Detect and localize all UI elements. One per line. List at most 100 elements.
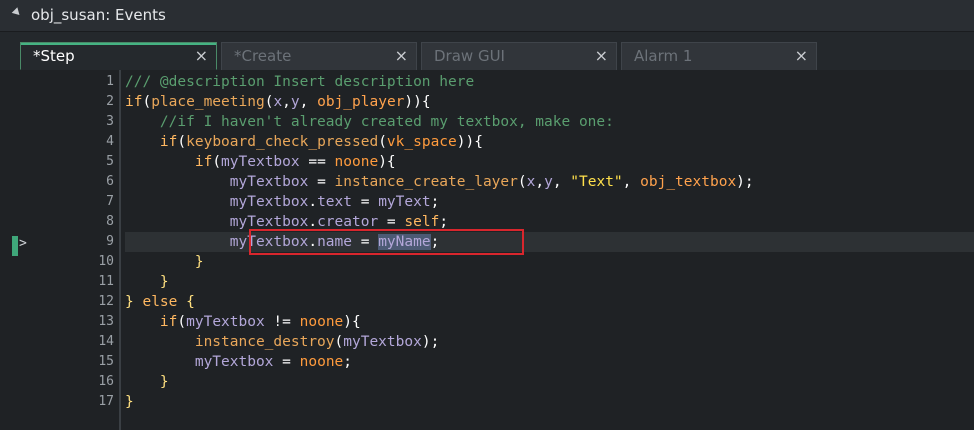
code-token: ,: [299, 94, 318, 110]
tab-alarm-1[interactable]: Alarm 1 ×: [621, 42, 817, 70]
tab-step[interactable]: *Step ×: [20, 42, 217, 70]
code-line[interactable]: if(myTextbox != noone){: [125, 312, 361, 332]
code-editor[interactable]: > 1 2 3 4 5 6 7 8 9 10 11 12 13 14 15 16 17 /// @descrip…: [0, 70, 974, 430]
code-line[interactable]: }: [125, 252, 204, 272]
code-token: }: [159, 274, 169, 290]
event-tabs: *Step × *Create × Draw GUI × Alarm 1 ×: [0, 32, 974, 70]
line-number: 9: [106, 234, 114, 249]
code-token: (: [142, 94, 152, 110]
code-token: ,: [535, 174, 545, 190]
code-token: ;: [439, 214, 449, 230]
code-line[interactable]: //if I haven't already created my textbo…: [125, 112, 614, 132]
code-token: //if I haven't already created my textbo…: [125, 114, 614, 130]
line-number: 17: [98, 394, 114, 409]
line-number: 3: [106, 114, 114, 129]
code-token: =: [378, 214, 405, 230]
current-line-arrow-icon: >: [19, 236, 27, 251]
code-line[interactable]: }: [125, 392, 134, 412]
code-line[interactable]: myTextbox.text = myText;: [125, 192, 440, 212]
code-token: ;: [343, 354, 353, 370]
code-line[interactable]: } else {: [125, 292, 195, 312]
code-token: text: [317, 194, 352, 210]
code-token: myTextbox: [186, 314, 265, 330]
code-token: .: [308, 194, 318, 210]
tab-draw-gui[interactable]: Draw GUI ×: [421, 42, 617, 70]
code-line[interactable]: myTextbox = noone;: [125, 352, 352, 372]
code-token: );: [736, 174, 754, 190]
code-token: y: [544, 174, 553, 190]
code-line[interactable]: if(keyboard_check_pressed(vk_space)){: [125, 132, 483, 152]
tab-create[interactable]: *Create ×: [221, 42, 417, 70]
code-token: =: [273, 354, 300, 370]
code-token: myTextbox: [229, 194, 309, 210]
code-token: ,: [622, 174, 641, 190]
code-token: ;: [430, 194, 440, 210]
code-token: }: [194, 254, 204, 270]
gutter-divider: [119, 70, 121, 430]
code-token: instance_create_layer: [334, 174, 518, 190]
code-token: keyboard_check_pressed: [186, 134, 379, 150]
line-number: 16: [98, 374, 114, 389]
code-token: myTextbox: [229, 214, 309, 230]
window-title: obj_susan: Events: [31, 6, 166, 24]
code-token: y: [290, 94, 300, 110]
code-token: if: [159, 314, 178, 330]
code-token: }: [159, 374, 169, 390]
code-line[interactable]: instance_destroy(myTextbox);: [125, 332, 439, 352]
code-token: =: [352, 194, 379, 210]
line-number-gutter: > 1 2 3 4 5 6 7 8 9 10 11 12 13 14 15 16 17: [0, 70, 121, 430]
current-line-marker: [12, 236, 18, 256]
code-line[interactable]: myTextbox = instance_create_layer(x,y, "…: [125, 172, 754, 192]
code-token: (: [517, 174, 527, 190]
code-token: ,: [282, 94, 291, 110]
code-token: )){: [456, 134, 483, 150]
code-token: noone: [299, 314, 344, 330]
code-token: myTextbox: [229, 174, 309, 190]
code-token: }: [125, 394, 134, 410]
close-icon[interactable]: ×: [395, 47, 408, 65]
code-token: vk_space: [386, 134, 457, 150]
code-token: ){: [343, 314, 361, 330]
line-number: 12: [98, 294, 114, 309]
code-line[interactable]: }: [125, 372, 169, 392]
code-token: else: [142, 294, 178, 310]
tab-label: Draw GUI: [434, 47, 505, 65]
code-token: if: [159, 134, 178, 150]
close-icon[interactable]: ×: [795, 47, 808, 65]
code-token: noone: [299, 354, 344, 370]
code-token: (: [334, 334, 344, 350]
close-icon[interactable]: ×: [195, 47, 208, 65]
code-token: self: [404, 214, 440, 230]
close-icon[interactable]: ×: [595, 47, 608, 65]
line-number: 1: [106, 74, 114, 89]
line-number: 8: [106, 214, 114, 229]
code-token: ,: [552, 174, 571, 190]
line-number: 13: [98, 314, 114, 329]
code-line[interactable]: if(myTextbox == noone){: [125, 152, 396, 172]
collapse-arrow-icon[interactable]: [11, 7, 23, 18]
line-number: 2: [106, 94, 114, 109]
code-line[interactable]: }: [125, 272, 169, 292]
code-line[interactable]: /// @description Insert description here: [125, 72, 474, 92]
code-token: myTextbox: [343, 334, 422, 350]
window-titlebar: obj_susan: Events: [0, 0, 974, 32]
code-token: noone: [334, 154, 379, 170]
code-token: !=: [264, 314, 300, 330]
code-token: =: [308, 174, 335, 190]
annotation-highlight-box: [249, 229, 524, 255]
code-token: "Text": [570, 174, 623, 190]
code-token: (: [177, 134, 187, 150]
line-number: 6: [106, 174, 114, 189]
code-line[interactable]: if(place_meeting(x,y, obj_player)){: [125, 92, 431, 112]
code-token: obj_textbox: [640, 174, 737, 190]
code-token: myText: [378, 194, 431, 210]
